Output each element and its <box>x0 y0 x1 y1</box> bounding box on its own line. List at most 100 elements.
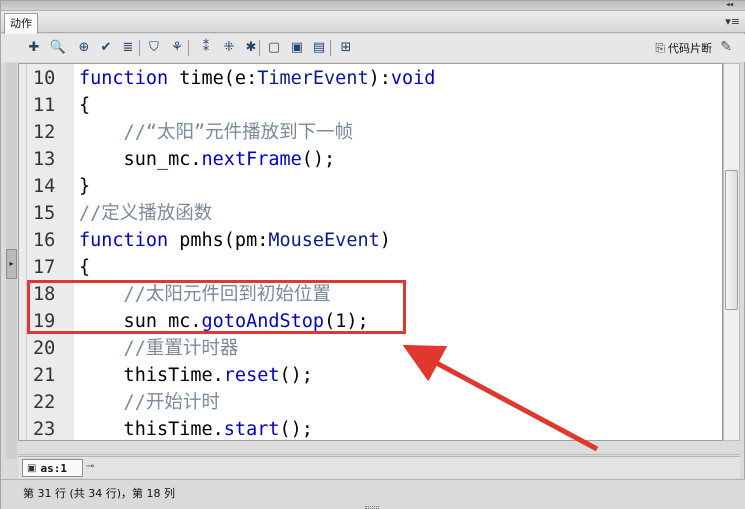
toolbar-separator <box>259 40 260 56</box>
show-hide-toolbox-icon[interactable]: ⊞ <box>337 39 355 57</box>
code-snippets-icon: ⎘ <box>655 40 665 55</box>
code-token: thisTime. <box>79 419 224 440</box>
line-number: 22 <box>33 392 56 413</box>
editor-bottom-divider <box>18 441 740 455</box>
tab-actions[interactable]: 动作 <box>4 13 38 34</box>
code-token: { <box>79 257 91 278</box>
expand-all-icon[interactable]: ✱ <box>242 39 260 57</box>
code-line[interactable]: 10 function time(e:TimerEvent):void <box>19 65 719 92</box>
panel-header: 动作 ▾≡ <box>1 11 745 34</box>
code-token: { <box>79 95 91 116</box>
code-line[interactable]: 22 //开始计时 <box>19 389 719 416</box>
line-number: 12 <box>33 122 56 143</box>
code-line[interactable]: 17 { <box>19 254 719 281</box>
code-line[interactable]: 16 function pmhs(pm:MouseEvent) <box>19 227 719 254</box>
collapse-selection-icon[interactable]: ⁜ <box>220 39 238 57</box>
line-number: 21 <box>33 365 56 386</box>
code-line[interactable]: 11 { <box>19 92 719 119</box>
code-token: (); <box>301 149 336 170</box>
code-text: //开始计时 <box>79 389 220 416</box>
code-text: thisTime.reset(); <box>79 362 313 389</box>
code-snippets-button[interactable]: ⎘ 代码片断 <box>655 40 712 56</box>
code-token: (); <box>279 365 313 386</box>
code-text: //定义播放函数 <box>79 200 212 227</box>
code-text: } <box>79 173 90 200</box>
highlight-box <box>27 280 406 334</box>
collapse-panel-icon[interactable]: ◂◂ <box>725 0 734 10</box>
method-token: start <box>223 419 280 440</box>
comment-token: //开始计时 <box>79 392 220 413</box>
type-token: TimerEvent <box>257 68 369 89</box>
code-line[interactable]: 13 sun_mc.nextFrame(); <box>19 146 719 173</box>
code-line[interactable]: 14} <box>19 173 719 200</box>
keyword-token: void <box>390 68 436 89</box>
comment-token: //定义播放函数 <box>79 203 213 224</box>
line-number: 15 <box>33 203 56 224</box>
code-token: thisTime. <box>79 365 224 386</box>
collapse-braces-icon[interactable]: ⁑ <box>197 39 215 57</box>
target-path-icon[interactable]: ⊕ <box>75 39 93 57</box>
keyword-token: function <box>79 230 169 251</box>
panel-menu-icon[interactable]: ▾≡ <box>725 15 740 28</box>
scrollbar-thumb[interactable] <box>725 170 738 310</box>
toolbox-toggle-icon[interactable]: ▸ <box>6 249 17 279</box>
remove-comment-icon[interactable]: ▤ <box>310 39 328 57</box>
line-number: 11 <box>33 95 56 116</box>
method-token: reset <box>223 365 280 386</box>
debug-options-icon[interactable]: ⚘ <box>168 39 186 57</box>
apply-block-comment-icon[interactable]: ▢ <box>265 39 283 57</box>
code-token: ): <box>368 68 391 89</box>
script-tab-label: as:1 <box>40 461 67 475</box>
script-tab-bar: ▣ as:1 ⊸ <box>18 456 740 478</box>
wand-icon[interactable]: ✎ <box>720 39 732 55</box>
code-text: thisTime.start(); <box>79 416 313 440</box>
apply-line-comment-icon[interactable]: ▣ <box>288 39 306 57</box>
status-bar: 第 31 行 (共 34 行)，第 18 列 <box>1 479 745 509</box>
line-number: 13 <box>33 149 56 170</box>
code-token: ) <box>379 230 391 251</box>
check-syntax-icon[interactable]: ✔ <box>97 39 115 57</box>
comment-token: //重置计时器 <box>79 338 239 359</box>
code-line[interactable]: 21 thisTime.reset(); <box>19 362 719 389</box>
toolbar-separator <box>188 40 189 56</box>
code-text: { <box>79 92 90 119</box>
code-token: (); <box>279 419 313 440</box>
code-editor[interactable]: 10 function time(e:TimerEvent):void 11 {12 … <box>18 63 723 441</box>
find-icon[interactable]: 🔍 <box>49 39 67 57</box>
script-tab[interactable]: ▣ as:1 <box>22 459 83 477</box>
line-number: 20 <box>33 338 56 359</box>
toolbar-separator <box>139 40 140 56</box>
actions-toolbar: ⎘ 代码片断 ✎ ✚ 🔍 ⊕ ✔ ≣ ⛉ ⚘ ⁑ ⁜ ✱ ▢ ▣ ▤ ⊞ <box>1 34 745 62</box>
pin-script-icon[interactable]: ⊸ <box>86 461 94 472</box>
vertical-scrollbar[interactable] <box>723 63 740 441</box>
line-number: 23 <box>33 419 56 440</box>
code-text: sun_mc.nextFrame(); <box>79 146 336 173</box>
line-number: 16 <box>33 230 56 251</box>
code-token: sun_mc. <box>79 149 202 170</box>
panel-title-strip: ◂◂ <box>1 0 745 11</box>
code-text: { <box>79 254 90 281</box>
code-line[interactable]: 12 //“太阳”元件播放到下一帧 <box>19 119 719 146</box>
code-text: function time(e:TimerEvent):void <box>79 65 435 92</box>
line-number: 14 <box>33 176 56 197</box>
actions-panel: ◂◂ 动作 ▾≡ ⎘ 代码片断 ✎ ✚ 🔍 ⊕ ✔ ≣ ⛉ ⚘ ⁑ ⁜ ✱ ▢ ▣ ▤ ⊞ ▸ 10 fun… <box>0 0 745 509</box>
code-text: function pmhs(pm:MouseEvent) <box>79 227 391 254</box>
code-line[interactable]: 23 thisTime.start(); <box>19 416 719 440</box>
comment-token: //“太阳”元件播放到下一帧 <box>79 122 354 143</box>
code-text: //“太阳”元件播放到下一帧 <box>79 119 354 146</box>
code-line[interactable]: 20 //重置计时器 <box>19 335 719 362</box>
code-snippets-label: 代码片断 <box>668 42 712 55</box>
code-line[interactable]: 15 //定义播放函数 <box>19 200 719 227</box>
line-number: 17 <box>33 257 56 278</box>
code-hint-icon[interactable]: ⛉ <box>145 39 163 57</box>
code-text: //重置计时器 <box>79 335 239 362</box>
add-script-icon[interactable]: ✚ <box>25 39 43 57</box>
code-token: } <box>79 176 91 197</box>
toolbar-separator <box>330 40 331 56</box>
script-icon: ▣ <box>27 462 37 474</box>
code-token: time(e: <box>168 68 258 89</box>
keyword-token: function <box>79 68 169 89</box>
type-token: MouseEvent <box>268 230 380 251</box>
auto-format-icon[interactable]: ≣ <box>119 39 137 57</box>
method-token: nextFrame <box>201 149 302 170</box>
